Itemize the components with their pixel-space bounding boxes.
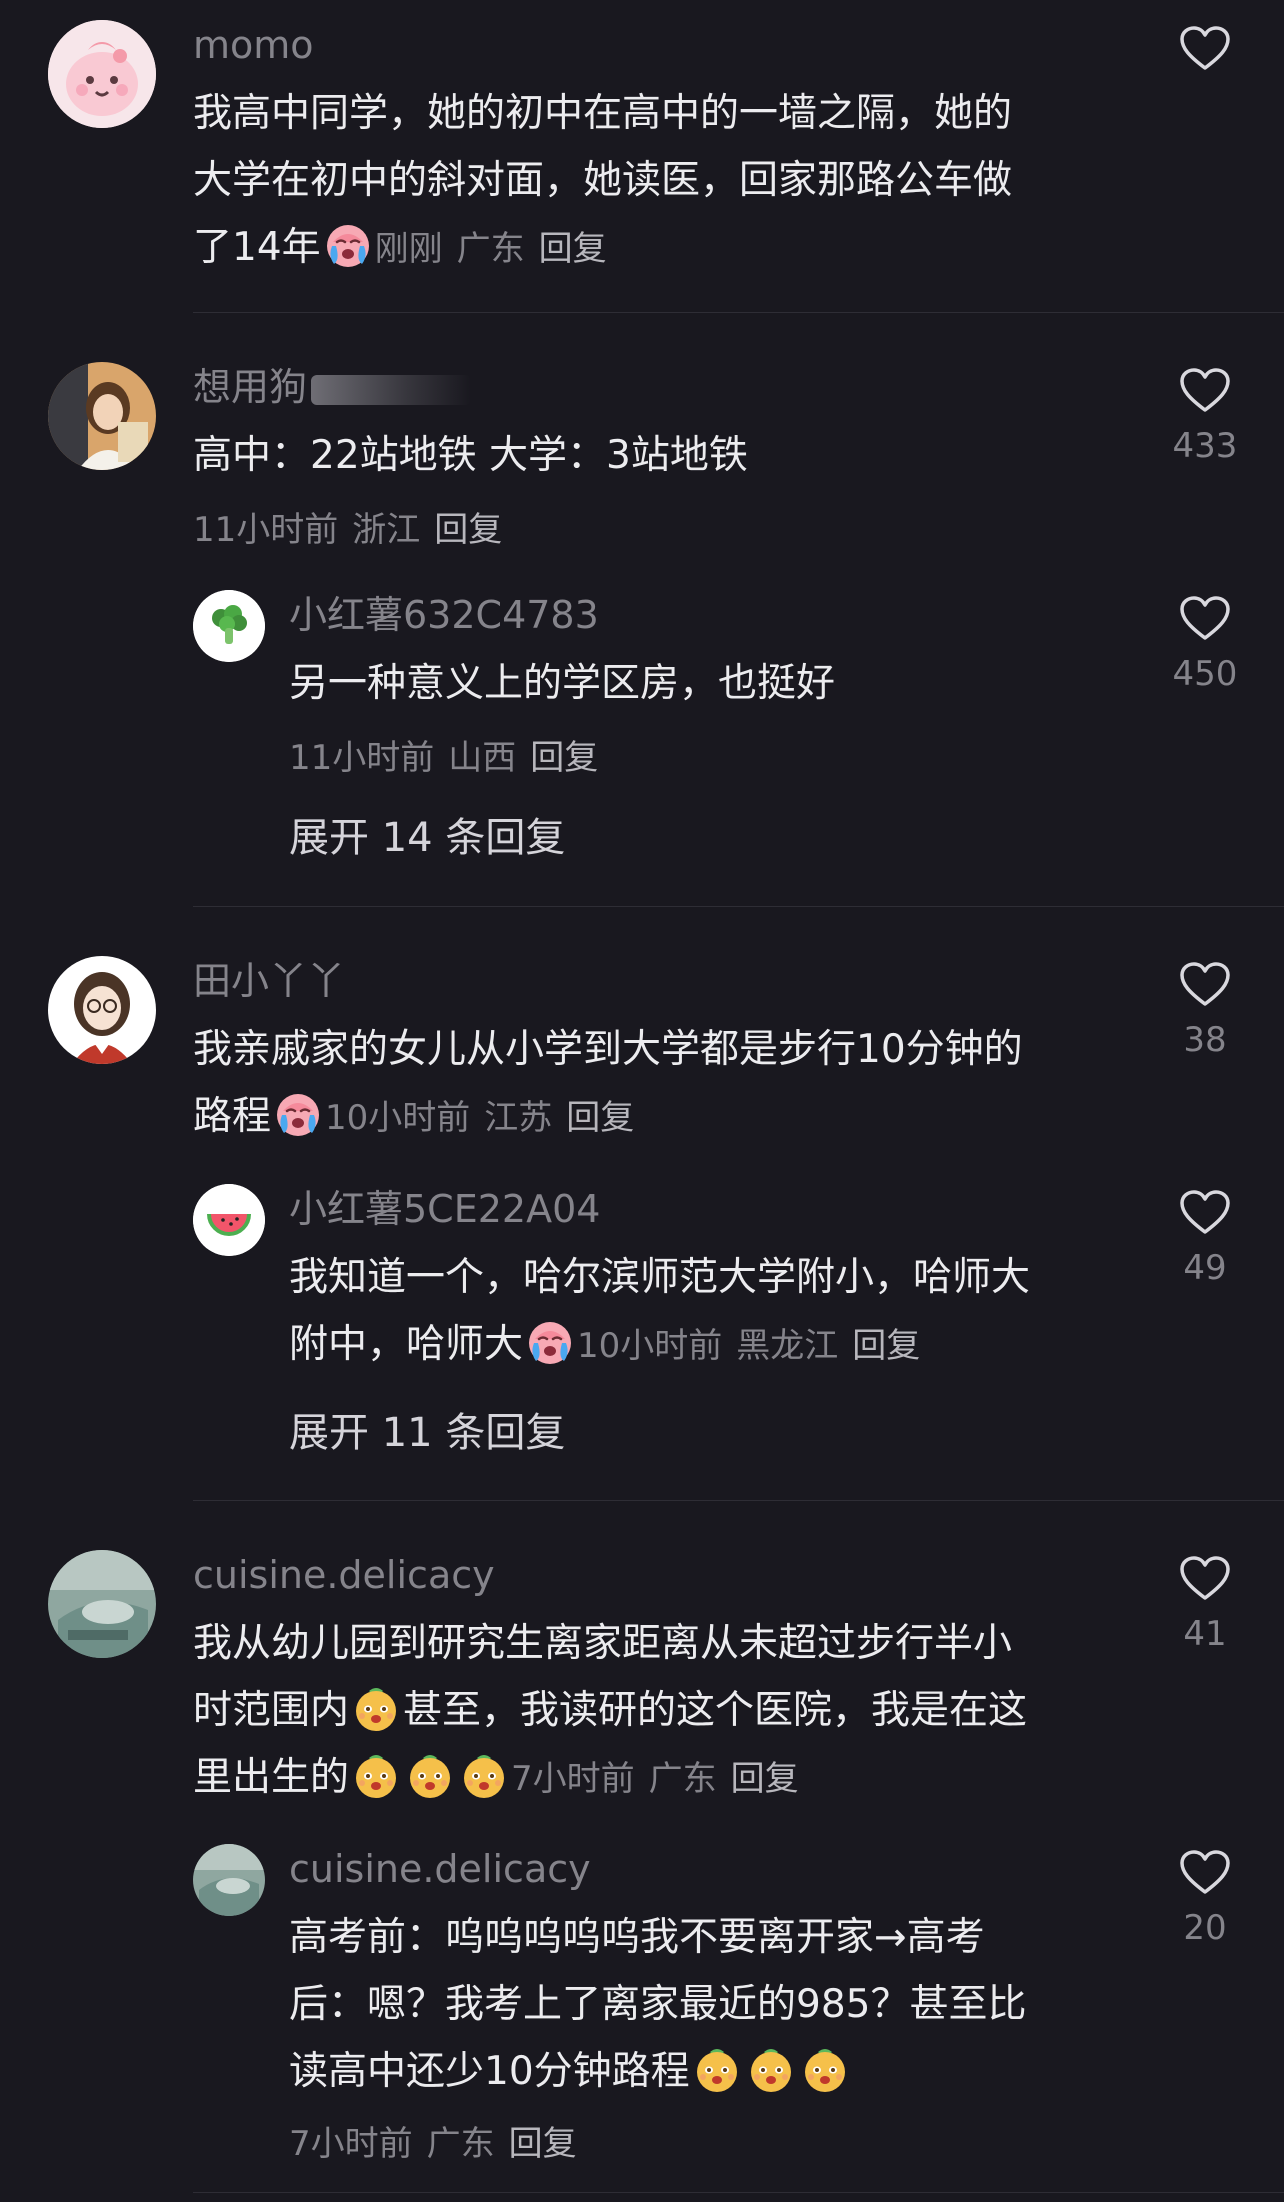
reply-text: 我知道一个，哈尔滨师范大学附小，哈师大 附中，哈师大 10小时前 黑龙江 回复 xyxy=(289,1255,1031,1367)
divider xyxy=(193,1500,1284,1501)
crying-face-emoji xyxy=(323,220,373,270)
like-count: 41 xyxy=(1183,1614,1227,1654)
divider xyxy=(193,2192,1284,2193)
heart-outline-icon xyxy=(1179,26,1231,72)
reply-username[interactable]: 小红薯5CE22A04 xyxy=(289,1186,600,1232)
avatar[interactable] xyxy=(193,1184,265,1256)
avatar[interactable] xyxy=(48,362,156,470)
reply-username[interactable]: 小红薯632C4783 xyxy=(289,592,599,638)
laughing-face-emoji xyxy=(800,2044,850,2094)
heart-outline-icon xyxy=(1179,1850,1231,1896)
avatar-pink-creature-icon xyxy=(48,20,156,128)
comment-text: 我亲戚家的女儿从小学到大学都是步行10分钟的 路程 10小时前 江苏 回复 xyxy=(193,1027,1023,1139)
comment-text: 我高中同学，她的初中在高中的一墙之隔，她的 大学在初中的斜对面，她读医，回家那路… xyxy=(193,91,1013,270)
avatar-glasses-girl-icon xyxy=(48,956,156,1064)
comment-meta: 10小时前 江苏 回复 xyxy=(325,1098,635,1138)
reply-button[interactable]: 回复 xyxy=(539,229,607,269)
comment-username[interactable]: momo xyxy=(193,22,314,68)
reply-button[interactable]: 回复 xyxy=(566,1098,634,1138)
heart-outline-icon xyxy=(1179,596,1231,642)
reply-meta: 7小时前 广东 回复 xyxy=(289,2124,577,2164)
obscured-text xyxy=(311,374,472,405)
reply-text: 高考前：呜呜呜呜呜我不要离开家→高考 后：嗯？我考上了离家最近的985？甚至比 … xyxy=(289,1915,1027,2094)
crying-face-emoji xyxy=(525,1317,575,1367)
expand-replies-button[interactable]: 展开 11 条回复 xyxy=(289,1400,565,1458)
like-count xyxy=(1150,84,1260,124)
watermelon-icon xyxy=(193,1184,265,1256)
broccoli-icon xyxy=(193,590,265,662)
avatar[interactable] xyxy=(48,956,156,1064)
crying-face-emoji xyxy=(273,1089,323,1139)
heart-outline-icon xyxy=(1179,1190,1231,1236)
comment-meta: 刚刚 广东 回复 xyxy=(374,229,607,269)
avatar[interactable] xyxy=(48,20,156,128)
comment-username[interactable]: 田小丫丫 xyxy=(193,958,345,1004)
expand-replies-button[interactable]: 展开 14 条回复 xyxy=(289,805,565,863)
reply-button[interactable]: 回复 xyxy=(731,1759,799,1799)
comment-text: 高中：22站地铁 大学：3站地铁 xyxy=(193,433,748,478)
avatar[interactable] xyxy=(193,590,265,662)
like-button[interactable]: 38 xyxy=(1150,962,1260,1060)
like-button[interactable] xyxy=(1150,26,1260,124)
like-count: 20 xyxy=(1183,1908,1227,1948)
comment-text: 我从幼儿园到研究生离家距离从未超过步行半小 时范围内 甚至，我读研的这个医院，我是… xyxy=(193,1621,1028,1800)
laughing-face-emoji xyxy=(351,1683,401,1733)
like-button[interactable]: 20 xyxy=(1150,1850,1260,1948)
like-count: 49 xyxy=(1183,1248,1227,1288)
divider xyxy=(193,906,1284,907)
reply-username[interactable]: cuisine.delicacy xyxy=(289,1846,591,1892)
comment-username[interactable]: cuisine.delicacy xyxy=(193,1552,495,1598)
heart-outline-icon xyxy=(1179,368,1231,414)
reply-meta: 11小时前 山西 回复 xyxy=(289,738,599,778)
like-button[interactable]: 450 xyxy=(1150,596,1260,694)
laughing-face-emoji xyxy=(459,1750,509,1800)
like-count: 450 xyxy=(1172,654,1238,694)
avatar[interactable] xyxy=(193,1844,265,1916)
avatar-hospital-photo-icon xyxy=(48,1550,156,1658)
laughing-face-emoji xyxy=(746,2044,796,2094)
like-button[interactable]: 41 xyxy=(1150,1556,1260,1654)
reply-text: 另一种意义上的学区房，也挺好 xyxy=(289,661,836,706)
heart-outline-icon xyxy=(1179,1556,1231,1602)
reply-button[interactable]: 回复 xyxy=(852,1326,920,1366)
reply-meta: 10小时前 黑龙江 回复 xyxy=(577,1326,921,1366)
reply-button[interactable]: 回复 xyxy=(530,738,598,778)
avatar-photo-girl-icon xyxy=(48,362,156,470)
reply-button[interactable]: 回复 xyxy=(434,510,502,550)
like-count: 433 xyxy=(1172,426,1238,466)
avatar[interactable] xyxy=(48,1550,156,1658)
like-count: 38 xyxy=(1183,1020,1227,1060)
like-button[interactable]: 433 xyxy=(1150,368,1260,466)
avatar-hospital-photo-icon xyxy=(193,1844,265,1916)
comment-meta: 7小时前 广东 回复 xyxy=(511,1759,799,1799)
heart-outline-icon xyxy=(1179,962,1231,1008)
laughing-face-emoji xyxy=(692,2044,742,2094)
comment-username[interactable]: 想用狗 xyxy=(193,364,472,410)
divider xyxy=(193,312,1284,313)
like-button[interactable]: 49 xyxy=(1150,1190,1260,1288)
comment-meta: 11小时前 浙江 回复 xyxy=(193,510,503,550)
reply-button[interactable]: 回复 xyxy=(509,2124,577,2164)
laughing-face-emoji xyxy=(405,1750,455,1800)
laughing-face-emoji xyxy=(351,1750,401,1800)
